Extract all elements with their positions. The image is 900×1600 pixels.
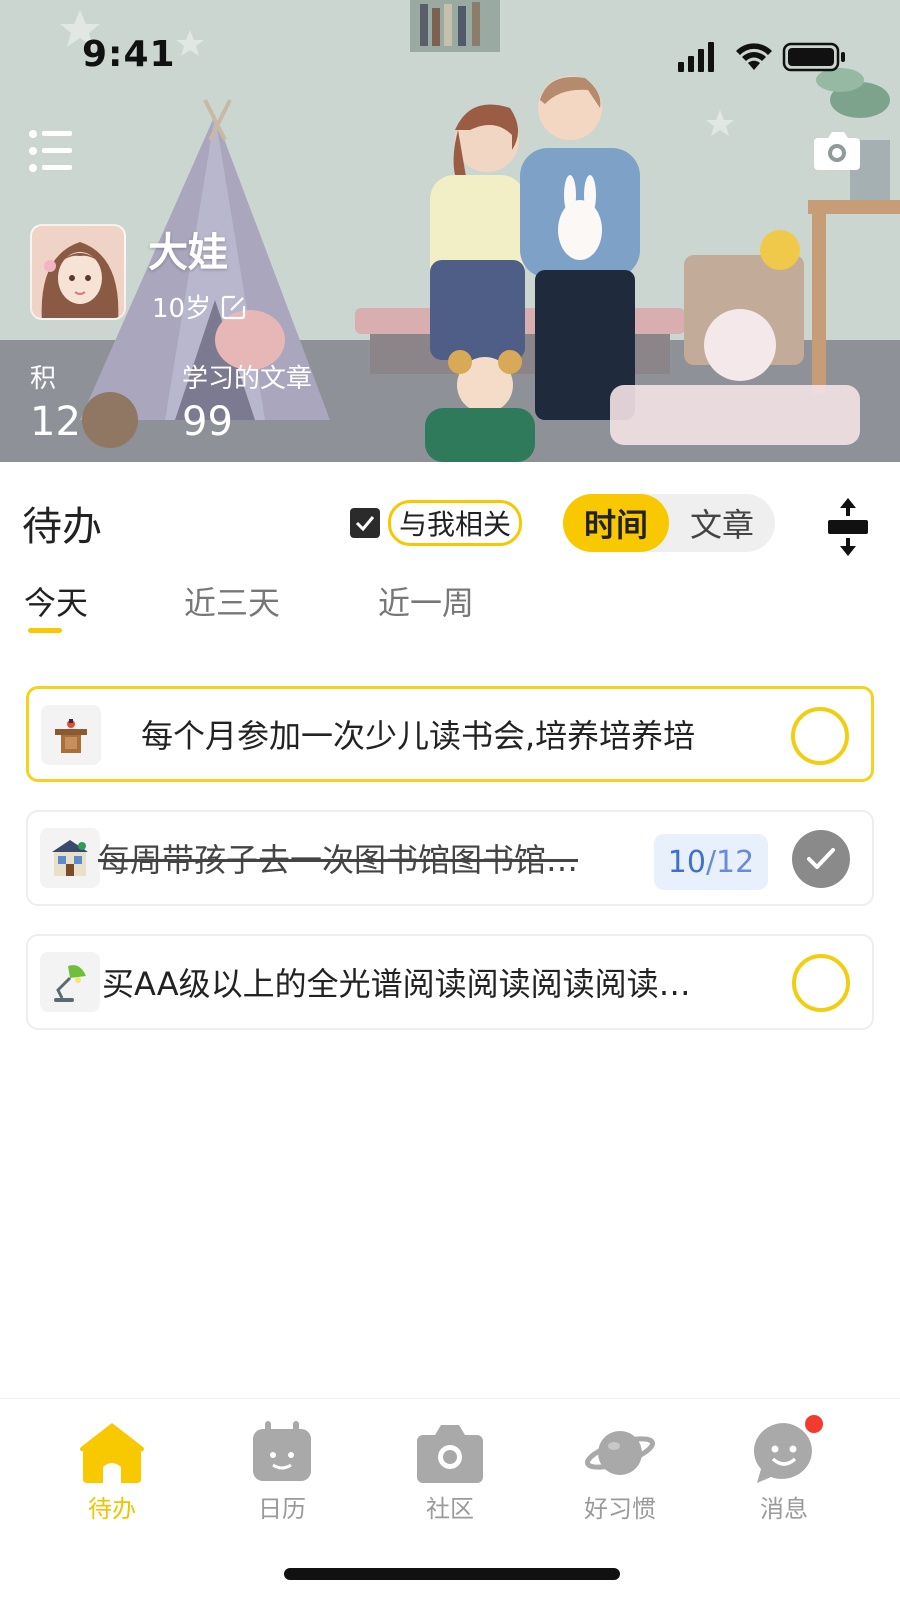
task-icon-box <box>41 705 101 765</box>
child-name: 大娃 <box>148 230 228 276</box>
wifi-icon <box>736 43 772 70</box>
articles-stat: 学习的文章 99 <box>182 358 312 445</box>
status-icons <box>678 42 845 72</box>
camera-icon <box>415 1419 485 1485</box>
planet-icon <box>585 1419 655 1485</box>
related-checkbox[interactable] <box>350 508 380 538</box>
profile-header: 9:41 大娃 10岁 积 12 学习的文章 99 <box>0 0 900 462</box>
related-filter[interactable]: 与我相关 <box>350 500 523 546</box>
todo-header: 待办 与我相关 时间 文章 <box>0 462 900 562</box>
task-text: 买AA级以上的全光谱阅读阅读阅读阅读… <box>102 965 691 1003</box>
sort-toggle[interactable]: 时间 文章 <box>563 494 775 552</box>
home-indicator <box>284 1568 620 1580</box>
nav-label: 待办 <box>88 1495 136 1523</box>
active-tab-indicator <box>28 628 62 633</box>
age-row[interactable]: 10岁 <box>152 288 247 325</box>
nav-label: 消息 <box>760 1495 808 1523</box>
date-tabs: 今天 近三天 近一周 <box>0 570 900 640</box>
desk-lamp-icon <box>54 965 86 1002</box>
nav-item-messages[interactable]: 消息 <box>724 1413 844 1524</box>
expand-collapse-icon <box>828 498 868 556</box>
podium-icon <box>55 719 87 753</box>
nav-item-todo[interactable]: 待办 <box>52 1419 172 1524</box>
tab-today[interactable]: 今天 <box>24 578 88 624</box>
bottom-navigation: 待办 日历 社区 好习惯 消息 <box>0 1398 900 1534</box>
task-card[interactable]: 买AA级以上的全光谱阅读阅读阅读阅读… <box>26 934 874 1030</box>
nav-item-habits[interactable]: 好习惯 <box>560 1419 680 1524</box>
task-card[interactable]: 每周带孩子去一次图书馆图书馆… 10/12 <box>26 810 874 906</box>
task-complete-toggle[interactable] <box>792 954 850 1012</box>
collapse-button[interactable] <box>826 498 870 556</box>
points-stat: 积 12 <box>30 358 81 445</box>
nav-label: 日历 <box>258 1495 306 1523</box>
todo-title: 待办 <box>22 504 102 550</box>
progress-separator: / <box>705 844 717 880</box>
cellular-signal-icon <box>678 42 714 72</box>
status-bar: 9:41 <box>0 0 900 110</box>
camera-button[interactable] <box>814 130 860 170</box>
menu-button[interactable] <box>28 128 76 174</box>
task-text: 每个月参加一次少儿读书会,培养培养培 <box>141 717 696 755</box>
nav-item-community[interactable]: 社区 <box>390 1419 510 1524</box>
camera-icon <box>814 132 860 170</box>
points-label: 积 <box>30 364 57 394</box>
home-icon <box>77 1419 147 1485</box>
library-icon <box>52 840 88 876</box>
points-value: 12 <box>30 399 81 445</box>
tab-three-days[interactable]: 近三天 <box>184 578 280 624</box>
list-menu-icon <box>29 130 72 172</box>
sort-option-article[interactable]: 文章 <box>669 494 775 552</box>
task-progress: 10/12 <box>654 834 768 890</box>
chat-icon <box>749 1413 825 1485</box>
edit-icon[interactable] <box>221 294 247 320</box>
articles-value: 99 <box>182 399 233 445</box>
related-label[interactable]: 与我相关 <box>388 500 523 546</box>
nav-label: 社区 <box>426 1495 474 1523</box>
task-icon-box <box>40 952 100 1012</box>
task-complete-toggle[interactable] <box>792 830 850 888</box>
progress-total: 12 <box>716 844 755 880</box>
nav-label: 好习惯 <box>584 1495 656 1523</box>
sort-option-time[interactable]: 时间 <box>563 494 669 552</box>
task-complete-toggle[interactable] <box>791 707 849 765</box>
checkmark-icon <box>355 516 375 532</box>
task-icon-box <box>40 828 100 888</box>
avatar-portrait <box>32 226 124 318</box>
child-age: 10岁 <box>152 294 212 324</box>
unread-badge <box>803 1413 825 1435</box>
articles-label: 学习的文章 <box>182 364 313 394</box>
check-icon <box>807 848 835 869</box>
nav-item-calendar[interactable]: 日历 <box>222 1419 342 1524</box>
task-card[interactable]: 每个月参加一次少儿读书会,培养培养培 <box>26 686 874 782</box>
avatar[interactable] <box>30 224 126 320</box>
calendar-icon <box>247 1419 317 1485</box>
status-time: 9:41 <box>82 34 176 75</box>
progress-current: 10 <box>667 844 706 880</box>
battery-icon <box>782 42 845 72</box>
task-text: 每周带孩子去一次图书馆图书馆… <box>98 841 579 879</box>
tab-week[interactable]: 近一周 <box>378 578 474 624</box>
